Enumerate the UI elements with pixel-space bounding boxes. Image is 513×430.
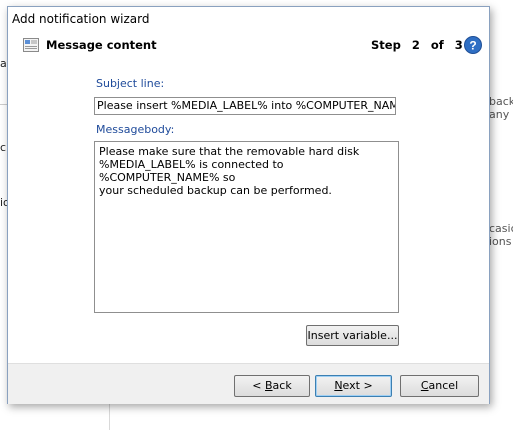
step-total: 3 [454, 38, 463, 52]
step-current: 2 [411, 38, 420, 52]
insert-variable-button[interactable]: Insert variable... [306, 325, 399, 346]
next-button-mnemonic: N [334, 379, 343, 392]
background-text-fragment: any e [489, 108, 513, 121]
back-button-mnemonic: B [265, 379, 273, 392]
wizard-footer: < Back Next > Cancel [8, 363, 489, 404]
dialog-titlebar[interactable]: Add notification wizard [8, 7, 489, 33]
back-button-prefix: < [252, 379, 265, 392]
background-text-fragment: ions [489, 235, 512, 248]
cancel-button[interactable]: Cancel [400, 375, 479, 397]
step-of: of [430, 38, 444, 52]
dialog-title: Add notification wizard [12, 12, 150, 26]
cancel-button-rest: ancel [428, 379, 459, 392]
cancel-button-mnemonic: C [420, 379, 429, 392]
back-button-rest: ack [272, 379, 292, 392]
step-word: Step [371, 38, 401, 52]
wizard-page-title: Message content [46, 38, 157, 52]
message-body-textarea[interactable]: Please make sure that the removable hard… [94, 141, 399, 313]
background-text-fragment: casic [489, 222, 513, 235]
back-button[interactable]: < Back [234, 375, 310, 397]
wizard-content: Subject line: Please insert %MEDIA_LABEL… [8, 59, 489, 363]
subject-line-input[interactable]: Please insert %MEDIA_LABEL% into %COMPUT… [94, 97, 396, 115]
background-text-fragment: back [489, 95, 513, 108]
wizard-header: Message content Step 2 of 3 ? [8, 33, 489, 60]
next-button-rest: ext > [342, 379, 373, 392]
step-indicator: Step 2 of 3 [371, 38, 470, 52]
message-content-icon [23, 38, 39, 52]
add-notification-wizard-dialog: Add notification wizard Message content … [7, 6, 490, 404]
subject-line-label: Subject line: [96, 77, 165, 90]
svg-text:?: ? [469, 39, 476, 53]
message-body-label: Messagebody: [96, 123, 175, 136]
next-button[interactable]: Next > [315, 375, 392, 397]
help-icon[interactable]: ? [464, 36, 482, 54]
